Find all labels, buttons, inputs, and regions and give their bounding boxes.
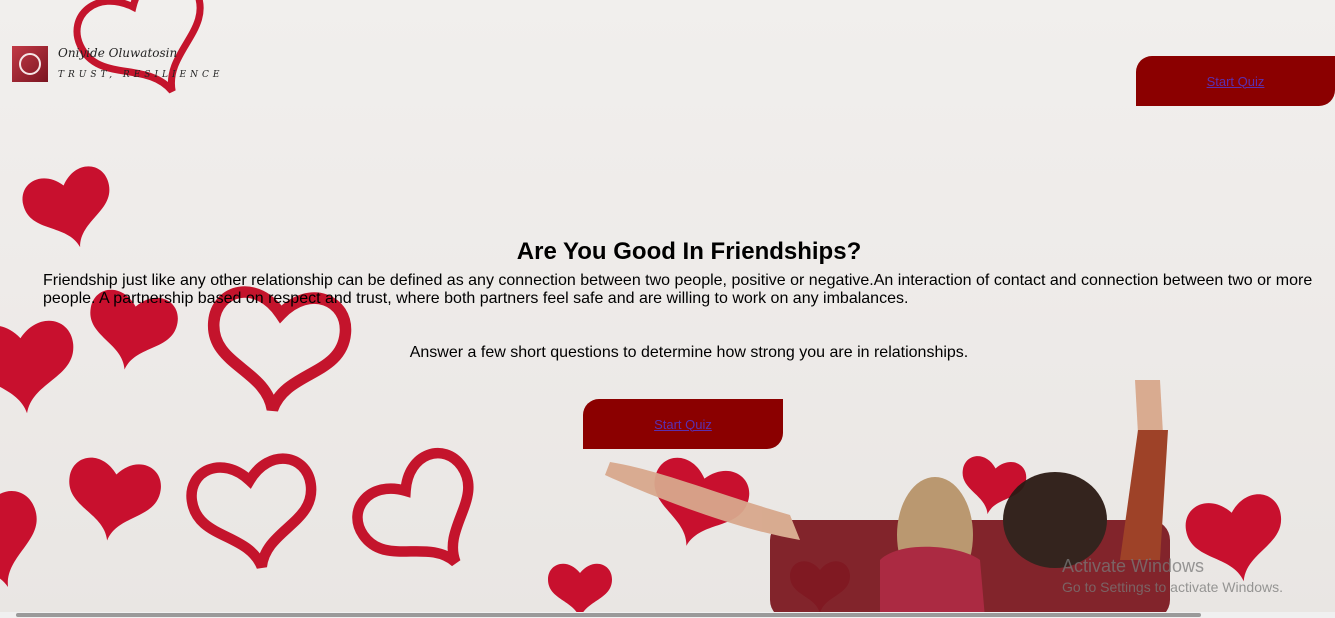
- page-title: Are You Good In Friendships?: [516, 238, 862, 265]
- logo-icon: [12, 46, 48, 82]
- logo-name: Oniyide Oluwatosin: [58, 46, 178, 60]
- watermark-subtitle: Go to Settings to activate Windows.: [1062, 579, 1283, 595]
- quiz-prompt-text: Answer a few short questions to determin…: [409, 344, 969, 361]
- header-start-quiz-button[interactable]: Start Quiz: [1136, 56, 1335, 106]
- site-logo[interactable]: Oniyide Oluwatosin TRUST, RESILIENCE: [12, 44, 242, 114]
- scrollbar-thumb[interactable]: [16, 613, 1201, 617]
- main-start-quiz-button[interactable]: Start Quiz: [583, 399, 783, 449]
- logo-tagline: TRUST, RESILIENCE: [58, 70, 224, 80]
- watermark-title: Activate Windows: [1062, 556, 1205, 576]
- description-text: Friendship just like any other relations…: [43, 272, 1313, 307]
- activate-windows-watermark: Activate Windows Go to Settings to activ…: [1062, 556, 1283, 595]
- horizontal-scrollbar[interactable]: [0, 612, 1335, 618]
